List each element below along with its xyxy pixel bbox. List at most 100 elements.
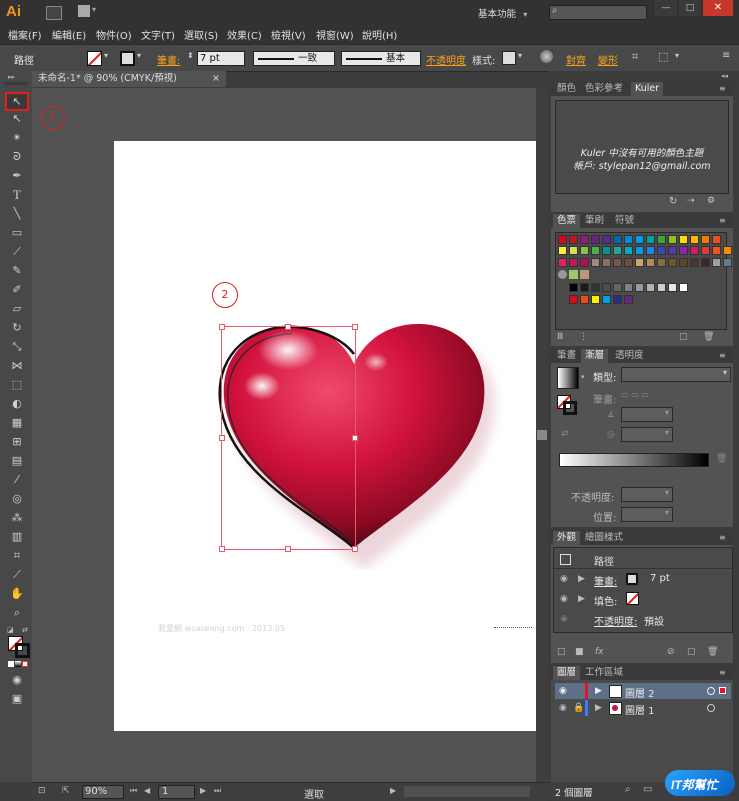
color-swatch[interactable] (602, 295, 611, 304)
pattern-swatch[interactable] (580, 270, 589, 279)
isolate-icon[interactable]: ⬚ (658, 50, 668, 63)
appearance-stroke-swatch[interactable] (626, 573, 638, 585)
close-window-button[interactable]: ✕ (703, 0, 733, 16)
menu-effect[interactable]: 效果(C) (227, 27, 262, 42)
color-swatch[interactable] (679, 235, 688, 244)
selection-handle[interactable] (352, 324, 358, 330)
refresh-icon[interactable]: ↻ (669, 196, 677, 207)
color-swatch[interactable] (635, 235, 644, 244)
menu-file[interactable]: 檔案(F) (8, 27, 42, 42)
color-swatch[interactable] (569, 283, 578, 292)
pattern-swatch[interactable] (569, 270, 578, 279)
color-swatch[interactable] (613, 295, 622, 304)
stroke-weight-input[interactable]: 7 pt (197, 51, 245, 66)
color-swatch[interactable] (635, 246, 644, 255)
brush-definition[interactable]: 基本 (341, 51, 421, 66)
chevron-down-icon[interactable]: ▾ (581, 373, 585, 381)
swatch-libraries-icon[interactable]: Ⅲ (557, 332, 563, 342)
selection-handle[interactable] (219, 546, 225, 552)
color-swatch[interactable] (580, 258, 589, 267)
stroke-color-box[interactable] (15, 643, 30, 658)
color-swatch[interactable] (701, 235, 710, 244)
status-menu-icon[interactable]: ▶ (390, 786, 396, 795)
menu-type[interactable]: 文字(T) (141, 27, 175, 42)
eye-icon[interactable]: ◉ (559, 686, 567, 696)
reverse-gradient-icon[interactable]: ⇄ (561, 429, 569, 439)
selection-handle[interactable] (219, 435, 225, 441)
locate-object-icon[interactable]: ⌕ (625, 784, 631, 795)
delete-item-icon[interactable]: 🗑 (707, 647, 718, 657)
transform-label[interactable]: 變形 (598, 52, 618, 67)
arrange-documents-icon[interactable] (78, 5, 90, 17)
zoom-tool-icon[interactable]: ⌕ (9, 606, 25, 620)
stroke-swatch[interactable] (120, 51, 135, 66)
color-swatch[interactable] (668, 258, 677, 267)
color-swatch[interactable] (569, 246, 578, 255)
color-swatch[interactable] (591, 295, 600, 304)
prev-page-icon[interactable]: ◀ (144, 786, 150, 795)
search-input[interactable]: ⌕ (549, 5, 647, 20)
slice-tool-icon[interactable]: ⟋ (9, 568, 25, 582)
scale-tool-icon[interactable]: ⤡ (9, 340, 25, 354)
color-swatch[interactable] (558, 258, 567, 267)
first-page-icon[interactable]: ⏮ (130, 786, 137, 796)
color-swatch[interactable] (580, 283, 589, 292)
color-swatch[interactable] (624, 258, 633, 267)
color-swatch[interactable] (679, 246, 688, 255)
workspace-switcher[interactable]: 基本功能 ▾ (478, 6, 540, 20)
eye-icon[interactable]: ◉ (560, 594, 568, 604)
lasso-tool-icon[interactable]: ᘐ (9, 150, 25, 164)
line-tool-icon[interactable]: ╲ (9, 207, 25, 221)
swap-colors-icon[interactable]: ⇄ (22, 626, 28, 634)
tab-color-guide[interactable]: 色彩參考 (581, 82, 627, 96)
align-label[interactable]: 對齊 (566, 52, 586, 67)
color-swatch[interactable] (723, 258, 732, 267)
delete-swatch-icon[interactable]: 🗑 (703, 332, 714, 342)
tab-stroke[interactable]: 筆畫 (553, 349, 580, 363)
color-swatch[interactable] (646, 258, 655, 267)
tab-kuler[interactable]: Kuler (631, 82, 664, 96)
add-new-effect-icon[interactable]: fx (595, 647, 604, 657)
tools-collapse-icon[interactable]: ▸▸ (8, 73, 15, 81)
color-swatch[interactable] (712, 246, 721, 255)
eye-icon[interactable]: ◉ (559, 703, 567, 713)
angle-input[interactable]: ▾ (621, 407, 673, 422)
color-swatch[interactable] (558, 246, 567, 255)
color-swatch[interactable] (668, 235, 677, 244)
artboard-nav-icon[interactable]: ⊡ (38, 786, 46, 796)
pen-tool-icon[interactable]: ✒ (9, 169, 25, 183)
color-swatch[interactable] (613, 258, 622, 267)
panel-menu-icon[interactable]: ≡ (719, 84, 726, 93)
tab-appearance[interactable]: 外觀 (553, 531, 581, 545)
layer-row[interactable]: ◉ 🔒 ▶ 圖層 1 (555, 700, 731, 717)
selection-handle[interactable] (285, 546, 291, 552)
chevron-down-icon[interactable]: ▾ (92, 5, 96, 14)
eyedropper-tool-icon[interactable]: ⁄ (9, 473, 25, 487)
swatch-grid[interactable] (555, 232, 732, 330)
transform-each-icon[interactable]: ⌗ (632, 50, 638, 64)
color-swatch[interactable] (624, 235, 633, 244)
panel-menu-icon[interactable]: ≡ (719, 668, 726, 677)
expand-arrow-icon[interactable]: ▶ (578, 574, 585, 584)
eraser-tool-icon[interactable]: ▱ (9, 302, 25, 316)
color-swatch[interactable] (657, 246, 666, 255)
minimize-button[interactable]: — (655, 0, 677, 16)
aspect-ratio-input[interactable]: ▾ (621, 427, 673, 442)
menu-window[interactable]: 視窗(W) (316, 27, 354, 42)
gradient-stroke-box[interactable] (563, 401, 577, 415)
panel-menu-icon[interactable]: ≡ (719, 351, 726, 360)
appearance-stroke-label[interactable]: 筆畫: (594, 573, 617, 588)
link-icon[interactable]: ⇢ (687, 196, 695, 206)
color-swatch[interactable] (668, 283, 677, 292)
color-swatch[interactable] (602, 246, 611, 255)
gradient-tool-icon[interactable]: ▤ (9, 454, 25, 468)
stroke-label[interactable]: 筆畫: (157, 52, 180, 67)
selection-indicator[interactable] (719, 687, 726, 694)
default-colors-icon[interactable]: ◪ (7, 626, 14, 634)
paintbrush-tool-icon[interactable]: ⟋ (9, 245, 25, 259)
close-tab-icon[interactable]: × (212, 71, 220, 87)
menu-view[interactable]: 檢視(V) (271, 27, 306, 42)
rectangle-tool-icon[interactable]: ▭ (9, 226, 25, 240)
color-swatch[interactable] (657, 283, 666, 292)
hand-tool-icon[interactable]: ✋ (9, 587, 25, 601)
